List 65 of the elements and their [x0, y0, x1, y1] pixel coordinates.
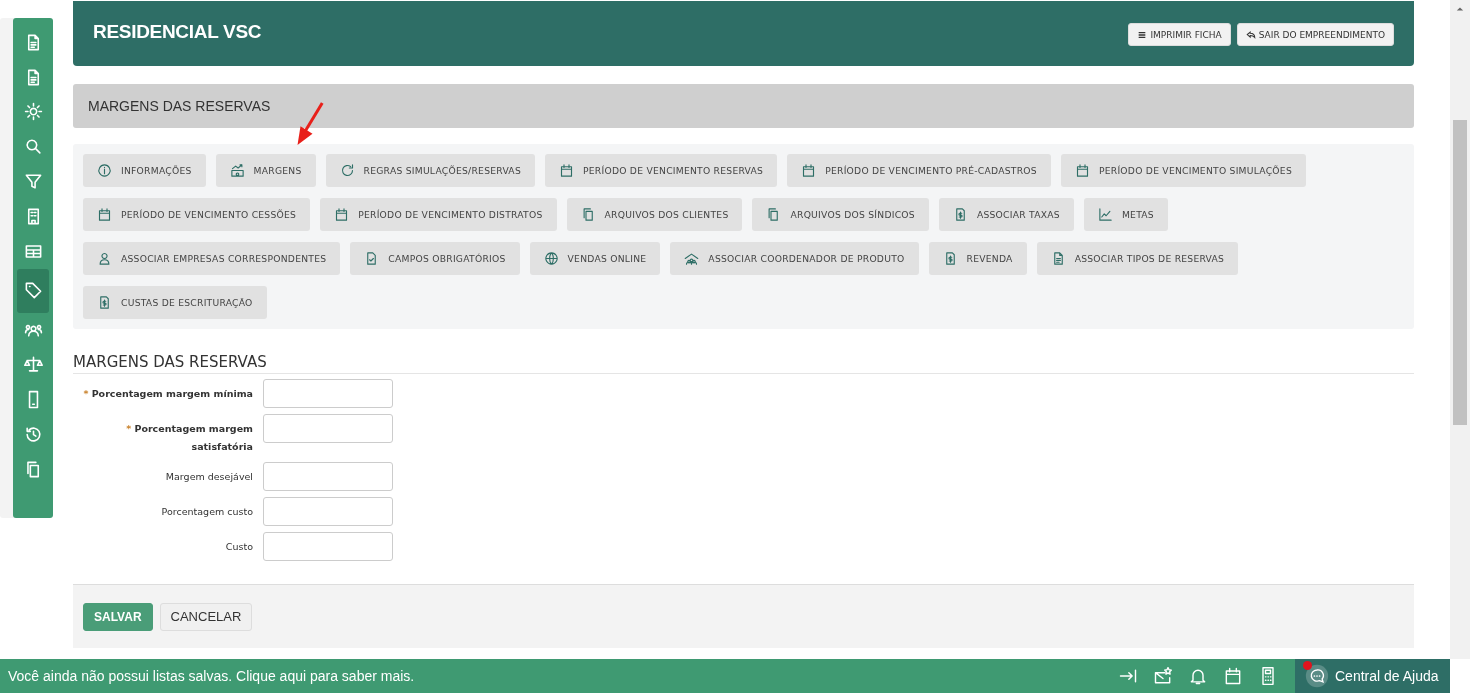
calendar-icon — [334, 207, 350, 222]
menu-button[interactable]: PERÍODO DE VENCIMENTO SIMULAÇÕES — [1060, 154, 1306, 187]
menu-button[interactable]: REGRAS SIMULAÇÕES/RESERVAS — [325, 154, 535, 187]
menu-button[interactable]: PERÍODO DE VENCIMENTO PRÉ-CADASTROS — [787, 154, 1051, 187]
menu-button[interactable]: ARQUIVOS DOS SÍNDICOS — [752, 198, 929, 231]
help-button[interactable]: Central de Ajuda — [1295, 659, 1450, 693]
globe-icon — [543, 251, 559, 266]
input-field[interactable] — [263, 414, 393, 443]
refresh-icon — [339, 163, 355, 178]
menu-button[interactable]: ASSOCIAR EMPRESAS CORRESPONDENTES — [83, 242, 341, 275]
input-field[interactable] — [263, 497, 393, 526]
calendar-icon — [1074, 163, 1090, 178]
scrollbar[interactable] — [1450, 0, 1470, 659]
menu-button[interactable]: ASSOCIAR TIPOS DE RESERVAS — [1036, 242, 1239, 275]
history-icon — [23, 424, 43, 444]
header-button[interactable]: IMPRIMIR FICHA — [1128, 23, 1231, 46]
menu-button[interactable]: MARGENS — [215, 154, 316, 187]
field-label: * Porcentagem margem satisfatória — [125, 422, 253, 454]
menu-button[interactable]: PERÍODO DE VENCIMENTO CESSÕES — [83, 198, 311, 231]
field-label: Margem desejável — [164, 470, 253, 484]
search-icon — [23, 137, 43, 157]
input-field[interactable] — [263, 532, 393, 561]
tag-icon — [23, 281, 43, 301]
calendar-icon — [801, 163, 817, 178]
section-title: MARGENS DAS RESERVAS — [88, 98, 271, 114]
menu-button[interactable]: ASSOCIAR COORDENADOR DE PRODUTO — [670, 242, 919, 275]
menu-button[interactable]: CUSTAS DE ESCRITURAÇÃO — [83, 286, 267, 319]
calendar-icon[interactable] — [1223, 666, 1243, 686]
lines-icon — [1137, 29, 1148, 40]
menu-button[interactable]: REVENDA — [928, 242, 1027, 275]
form-title: MARGENS DAS RESERVAS — [73, 353, 1414, 374]
person-icon — [97, 251, 112, 266]
info-icon — [97, 163, 112, 178]
calendar-icon — [97, 207, 112, 222]
arrow-to-bar-icon[interactable] — [1118, 666, 1138, 686]
group-icon — [684, 251, 700, 266]
line-chart-icon — [1097, 207, 1113, 222]
menu-button[interactable]: PERÍODO DE VENCIMENTO RESERVAS — [544, 154, 778, 187]
header-button[interactable]: SAIR DO EMPREENDIMENTO — [1236, 23, 1394, 46]
field-label: Custo — [224, 540, 253, 554]
menu-button[interactable]: CAMPOS OBRIGATÓRIOS — [350, 242, 520, 275]
menu-button[interactable]: PERÍODO DE VENCIMENTO DISTRATOS — [320, 198, 557, 231]
field-label: Porcentagem custo — [160, 505, 253, 519]
field-label: * Porcentagem margem mínima — [82, 387, 253, 401]
scroll-up-icon[interactable] — [1456, 5, 1464, 13]
sidebar-item[interactable] — [17, 268, 49, 313]
chart-box-icon — [229, 163, 245, 178]
mail-star-icon[interactable] — [1153, 666, 1173, 686]
chat-icon — [1305, 664, 1329, 688]
menu-button[interactable]: ARQUIVOS DOS CLIENTES — [566, 198, 743, 231]
scales-icon — [23, 355, 43, 375]
cancel-button[interactable]: CANCELAR — [159, 602, 253, 631]
copy-icon — [580, 207, 596, 222]
scrollbar-thumb[interactable] — [1453, 120, 1467, 425]
reply-icon — [1245, 29, 1256, 40]
dollar-document-icon — [97, 295, 112, 310]
page-title: RESIDENCIAL VSC — [93, 21, 262, 43]
annotation-arrow — [296, 101, 326, 147]
input-field[interactable] — [263, 379, 393, 408]
menu-button[interactable]: METAS — [1083, 198, 1168, 231]
menu-button[interactable]: VENDAS ONLINE — [529, 242, 661, 275]
calendar-icon — [558, 163, 574, 178]
input-field[interactable] — [263, 462, 393, 491]
menu-button[interactable]: ASSOCIAR TAXAS — [938, 198, 1074, 231]
menu-button[interactable]: INFORMAÇÕES — [83, 154, 206, 187]
